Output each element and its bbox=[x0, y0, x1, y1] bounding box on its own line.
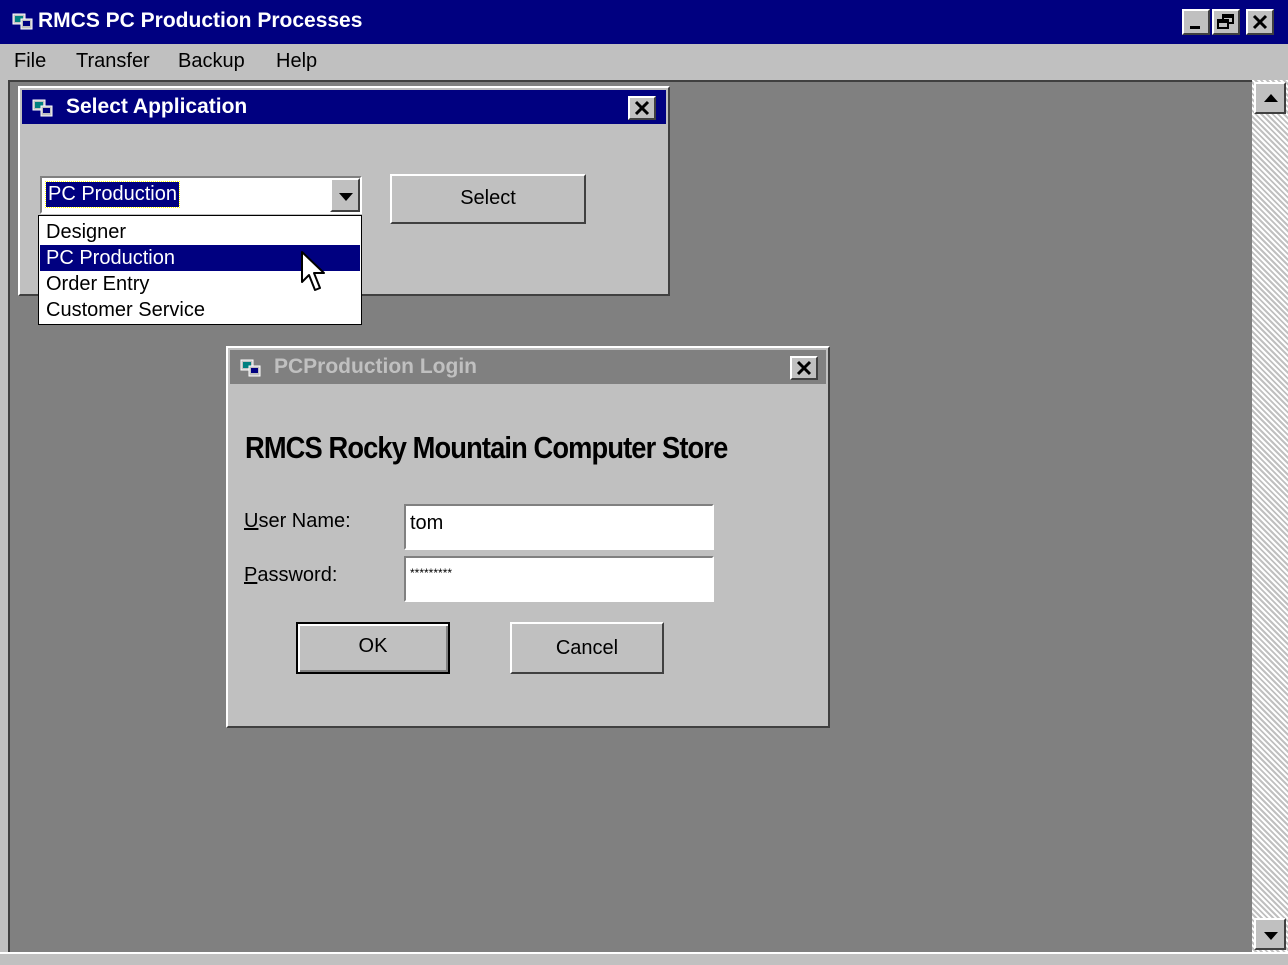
menu-bar: File Transfer Backup Help bbox=[0, 44, 1288, 80]
username-label: User Name: bbox=[244, 510, 351, 532]
cancel-button[interactable]: Cancel bbox=[510, 622, 664, 674]
app-icon bbox=[12, 13, 33, 30]
minimize-button[interactable] bbox=[1182, 9, 1210, 35]
mouse-pointer-icon bbox=[301, 251, 325, 291]
menu-file[interactable]: File bbox=[14, 50, 46, 73]
menu-transfer[interactable]: Transfer bbox=[76, 50, 150, 73]
vertical-scrollbar[interactable] bbox=[1252, 80, 1288, 952]
password-field[interactable]: ********* bbox=[404, 556, 714, 602]
select-application-close-button[interactable] bbox=[628, 96, 656, 120]
window-icon bbox=[32, 99, 53, 117]
ok-button[interactable]: OK bbox=[296, 622, 450, 674]
close-icon bbox=[634, 100, 650, 116]
select-application-title: Select Application bbox=[66, 95, 248, 118]
login-close-button[interactable] bbox=[790, 356, 818, 380]
menu-help[interactable]: Help bbox=[276, 50, 317, 73]
combo-dropdown-button[interactable] bbox=[330, 178, 360, 212]
close-icon bbox=[796, 360, 812, 376]
select-button-label: Select bbox=[460, 187, 516, 209]
login-title: PCProduction Login bbox=[274, 355, 477, 378]
cancel-button-label: Cancel bbox=[555, 637, 619, 659]
application-combo[interactable]: PC Production bbox=[40, 176, 362, 214]
close-icon bbox=[1252, 14, 1268, 30]
restore-icon bbox=[1217, 14, 1234, 29]
login-title-bar[interactable]: PCProduction Login bbox=[230, 350, 826, 384]
scroll-down-button[interactable] bbox=[1254, 918, 1286, 950]
arrow-up-icon bbox=[1264, 94, 1278, 102]
window-icon bbox=[240, 359, 261, 377]
option-customer-service[interactable]: Customer Service bbox=[40, 297, 360, 323]
company-heading: RMCS Rocky Mountain Computer Store bbox=[245, 430, 728, 465]
menu-backup[interactable]: Backup bbox=[178, 50, 245, 73]
ok-button-label: OK bbox=[358, 635, 388, 657]
password-label: Password: bbox=[244, 564, 338, 586]
restore-button[interactable] bbox=[1212, 9, 1240, 35]
password-value: ********* bbox=[410, 566, 453, 580]
username-value: tom bbox=[410, 512, 444, 534]
option-designer[interactable]: Designer bbox=[40, 219, 360, 245]
close-button[interactable] bbox=[1246, 9, 1274, 35]
app-title: RMCS PC Production Processes bbox=[38, 9, 363, 32]
chevron-down-icon bbox=[339, 193, 353, 201]
app-title-bar[interactable]: RMCS PC Production Processes bbox=[0, 0, 1288, 44]
username-field[interactable]: tom bbox=[404, 504, 714, 550]
select-button[interactable]: Select bbox=[390, 174, 586, 224]
arrow-down-icon bbox=[1264, 932, 1278, 940]
minimize-icon bbox=[1190, 26, 1200, 29]
select-application-title-bar[interactable]: Select Application bbox=[22, 90, 666, 124]
scroll-up-button[interactable] bbox=[1254, 82, 1286, 114]
status-strip bbox=[0, 952, 1288, 965]
application-combo-value: PC Production bbox=[45, 181, 180, 208]
